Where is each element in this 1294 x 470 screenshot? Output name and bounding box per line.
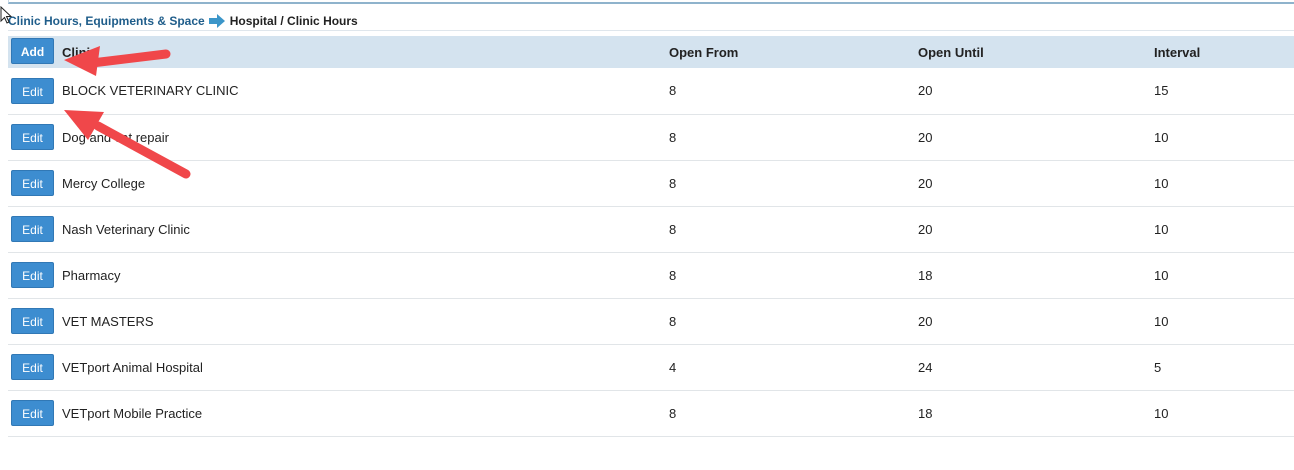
edit-button[interactable]: Edit [11, 400, 54, 426]
cell-interval: 10 [1154, 267, 1169, 283]
action-cell: Edit [8, 298, 62, 344]
cell-open-until: 18 [918, 405, 933, 421]
action-cell: Edit [8, 206, 62, 252]
table-header-row: Add Clinic Open From Open Until Interval [8, 36, 1294, 68]
cell-open-until: 20 [918, 129, 933, 145]
action-cell: Edit [8, 68, 62, 114]
edit-button[interactable]: Edit [11, 124, 54, 150]
cell-open-until: 18 [918, 267, 933, 283]
cell-interval: 5 [1154, 359, 1162, 375]
table-row: Edit Mercy College 8 20 10 [8, 160, 1294, 206]
cell-open-from: 8 [669, 129, 677, 145]
action-cell: Edit [8, 344, 62, 390]
table-row: Edit Dog and cat repair 8 20 10 [8, 114, 1294, 160]
cell-interval: 15 [1154, 83, 1169, 99]
cell-clinic: VETport Animal Hospital [62, 359, 203, 375]
cell-open-from: 8 [669, 221, 677, 237]
edit-button[interactable]: Edit [11, 308, 54, 334]
cell-interval: 10 [1154, 221, 1169, 237]
cell-interval: 10 [1154, 175, 1169, 191]
cell-clinic: BLOCK VETERINARY CLINIC [62, 83, 239, 99]
breadcrumb-current: Hospital / Clinic Hours [229, 14, 358, 28]
table-row: Edit VETport Mobile Practice 8 18 10 [8, 390, 1294, 436]
column-header-open-until[interactable]: Open Until [918, 36, 1154, 68]
cell-open-until: 20 [918, 83, 933, 99]
clinic-hours-table: Add Clinic Open From Open Until Interval… [8, 36, 1294, 437]
cell-open-from: 8 [669, 83, 677, 99]
cell-clinic: Pharmacy [62, 267, 121, 283]
top-frame [8, 0, 1294, 4]
table-row: Edit Nash Veterinary Clinic 8 20 10 [8, 206, 1294, 252]
action-cell: Edit [8, 252, 62, 298]
cell-open-until: 24 [918, 359, 933, 375]
table-row: Edit VET MASTERS 8 20 10 [8, 298, 1294, 344]
breadcrumb: Clinic Hours, Equipments & Space Hospita… [8, 12, 358, 30]
column-header-clinic[interactable]: Clinic [62, 36, 669, 68]
edit-button[interactable]: Edit [11, 216, 54, 242]
edit-button[interactable]: Edit [11, 77, 54, 104]
breadcrumb-parent-link[interactable]: Clinic Hours, Equipments & Space [8, 14, 205, 28]
table-row: Edit VETport Animal Hospital 4 24 5 [8, 344, 1294, 390]
cell-clinic: Mercy College [62, 175, 146, 191]
column-header-open-from[interactable]: Open From [669, 36, 918, 68]
cell-clinic: VET MASTERS [62, 313, 154, 329]
cell-open-from: 8 [669, 267, 677, 283]
add-button[interactable]: Add [11, 38, 54, 64]
action-cell: Edit [8, 114, 62, 160]
cell-open-until: 20 [918, 221, 933, 237]
cell-open-from: 8 [669, 175, 677, 191]
cell-clinic: Dog and cat repair [62, 129, 169, 145]
action-cell: Edit [8, 390, 62, 436]
column-header-interval[interactable]: Interval [1154, 36, 1294, 68]
cell-open-from: 4 [669, 359, 677, 375]
cell-clinic: VETport Mobile Practice [62, 405, 203, 421]
edit-button[interactable]: Edit [11, 170, 54, 196]
mouse-cursor-icon [0, 6, 12, 24]
cell-interval: 10 [1154, 129, 1169, 145]
action-cell: Edit [8, 160, 62, 206]
cell-clinic: Nash Veterinary Clinic [62, 221, 190, 237]
cell-interval: 10 [1154, 405, 1169, 421]
header-action-cell: Add [8, 36, 62, 68]
arrow-right-icon [208, 14, 226, 28]
cell-open-until: 20 [918, 175, 933, 191]
table-row: Edit Pharmacy 8 18 10 [8, 252, 1294, 298]
edit-button[interactable]: Edit [11, 262, 54, 288]
cell-open-from: 8 [669, 405, 677, 421]
table-row: Edit BLOCK VETERINARY CLINIC 8 20 15 [8, 68, 1294, 114]
cell-interval: 10 [1154, 313, 1169, 329]
cell-open-until: 20 [918, 313, 933, 329]
edit-button[interactable]: Edit [11, 354, 54, 380]
breadcrumb-divider [8, 30, 1294, 31]
cell-open-from: 8 [669, 313, 677, 329]
